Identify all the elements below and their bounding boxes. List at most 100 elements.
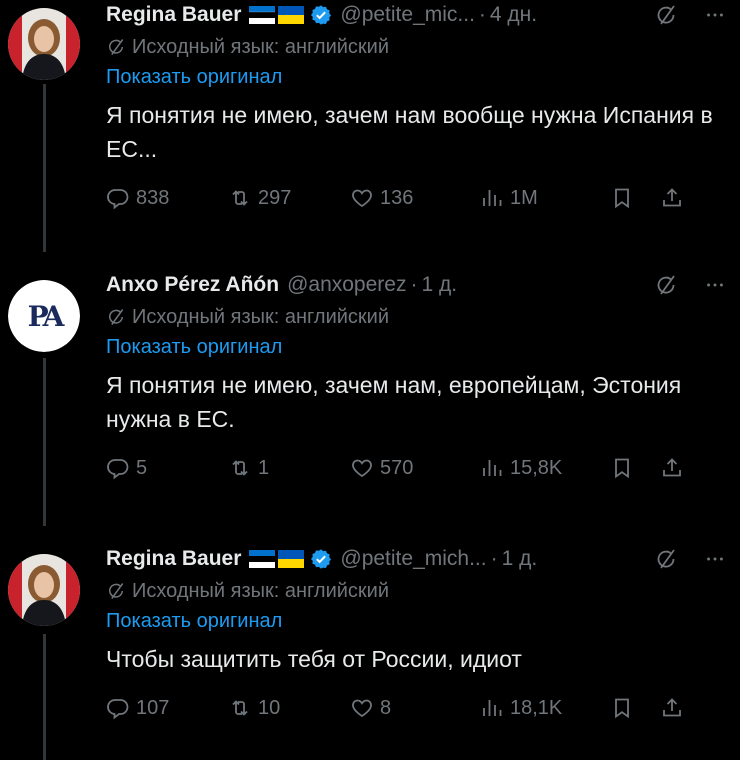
author-name[interactable]: Regina Bauer <box>106 3 241 27</box>
reply-icon <box>106 186 130 210</box>
more-icon[interactable] <box>704 4 726 26</box>
views-icon <box>480 186 504 210</box>
timestamp[interactable]: 4 дн. <box>490 3 537 27</box>
bookmark-icon <box>610 456 634 480</box>
grok-icon[interactable] <box>654 3 678 27</box>
author-handle[interactable]: @petite_mich... <box>340 547 486 571</box>
like-button[interactable]: 136 <box>350 186 480 210</box>
tweet-text: Я понятия не имею, зачем нам, европейцам… <box>106 372 682 432</box>
retweet-icon <box>228 186 252 210</box>
reply-button[interactable]: 107 <box>106 696 228 720</box>
show-original-link[interactable]: Показать оригинал <box>106 62 726 92</box>
views-icon <box>480 456 504 480</box>
retweet-count: 10 <box>258 696 281 719</box>
retweet-icon <box>228 456 252 480</box>
separator-dot: · <box>410 273 418 296</box>
timestamp[interactable]: 1 д. <box>421 273 457 297</box>
estonia-flag-icon <box>249 6 276 24</box>
like-count: 8 <box>380 696 392 719</box>
avatar[interactable] <box>8 554 80 626</box>
share-button[interactable] <box>660 696 684 720</box>
separator-dot: · <box>478 3 486 26</box>
tweet-text: Чтобы защитить тебя от России, идиот <box>106 646 522 672</box>
like-count: 136 <box>380 186 414 209</box>
like-icon <box>350 456 374 480</box>
bookmark-icon <box>610 186 634 210</box>
ukraine-flag-icon <box>278 6 305 24</box>
avatar-logo: PA <box>8 280 80 352</box>
retweet-count: 297 <box>258 186 292 209</box>
bookmark-icon <box>610 696 634 720</box>
share-icon <box>660 696 684 720</box>
author-handle[interactable]: @petite_mic... <box>340 3 475 27</box>
retweet-button[interactable]: 10 <box>228 696 350 720</box>
tweet-actions: 5 1 570 15,8K <box>106 448 726 488</box>
translation-label: Исходный язык: английский <box>132 579 390 602</box>
separator-dot: · <box>490 547 498 570</box>
bookmark-button[interactable] <box>610 186 660 210</box>
tweet-actions: 107 10 8 18,1K <box>106 688 726 728</box>
reply-count: 107 <box>136 696 170 719</box>
translate-icon <box>106 37 126 57</box>
retweet-button[interactable]: 1 <box>228 456 350 480</box>
author-name[interactable]: Regina Bauer <box>106 547 241 571</box>
translation-notice: Исходный язык: английский <box>106 576 726 606</box>
estonia-flag-icon <box>249 550 276 568</box>
reply-count: 5 <box>136 456 148 479</box>
reply-button[interactable]: 5 <box>106 456 228 480</box>
retweet-button[interactable]: 297 <box>228 186 350 210</box>
share-icon <box>660 186 684 210</box>
author-handle[interactable]: @anxoperez <box>287 273 406 297</box>
reply-icon <box>106 696 130 720</box>
views-button[interactable]: 18,1K <box>480 696 610 720</box>
author-name[interactable]: Anxo Pérez Añón <box>106 273 279 297</box>
grok-icon[interactable] <box>654 273 678 297</box>
share-button[interactable] <box>660 456 684 480</box>
retweet-icon <box>228 696 252 720</box>
share-icon <box>660 456 684 480</box>
like-count: 570 <box>380 456 414 479</box>
reply-button[interactable]: 838 <box>106 186 228 210</box>
views-button[interactable]: 1M <box>480 186 610 210</box>
translation-label: Исходный язык: английский <box>132 305 390 328</box>
views-icon <box>480 696 504 720</box>
grok-icon[interactable] <box>654 547 678 571</box>
retweet-count: 1 <box>258 456 270 479</box>
views-button[interactable]: 15,8K <box>480 456 610 480</box>
tweet-actions: 838 297 136 1M <box>106 178 726 218</box>
views-count: 15,8K <box>510 456 563 479</box>
translation-notice: Исходный язык: английский <box>106 302 726 332</box>
translate-icon <box>106 307 126 327</box>
tweet-header: Regina Bauer @petite_mich... · 1 д. <box>106 544 726 574</box>
translation-notice: Исходный язык: английский <box>106 32 726 62</box>
views-count: 1M <box>510 186 538 209</box>
show-original-link[interactable]: Показать оригинал <box>106 332 726 362</box>
tweet[interactable]: Regina Bauer @petite_mich... · 1 д. Исхо… <box>0 544 740 760</box>
translate-icon <box>106 581 126 601</box>
ukraine-flag-icon <box>278 550 305 568</box>
bookmark-button[interactable] <box>610 696 660 720</box>
tweet[interactable]: Regina Bauer @petite_mic... · 4 дн. Исхо… <box>0 0 740 250</box>
tweet-header: Regina Bauer @petite_mic... · 4 дн. <box>106 0 726 30</box>
tweet-header: Anxo Pérez Añón @anxoperez · 1 д. <box>106 270 726 300</box>
more-icon[interactable] <box>704 548 726 570</box>
avatar[interactable] <box>8 8 80 80</box>
avatar[interactable]: PA <box>8 280 80 352</box>
views-count: 18,1K <box>510 696 563 719</box>
verified-badge-icon <box>310 4 332 26</box>
share-button[interactable] <box>660 186 684 210</box>
more-icon[interactable] <box>704 274 726 296</box>
show-original-link[interactable]: Показать оригинал <box>106 606 726 636</box>
reply-icon <box>106 456 130 480</box>
reply-count: 838 <box>136 186 170 209</box>
timestamp[interactable]: 1 д. <box>502 547 538 571</box>
verified-badge-icon <box>310 548 332 570</box>
tweet[interactable]: PA Anxo Pérez Añón @anxoperez · 1 д. Исх… <box>0 270 740 520</box>
like-button[interactable]: 570 <box>350 456 480 480</box>
tweet-text: Я понятия не имею, зачем нам вообще нужн… <box>106 102 713 162</box>
bookmark-button[interactable] <box>610 456 660 480</box>
like-icon <box>350 696 374 720</box>
translation-label: Исходный язык: английский <box>132 35 390 58</box>
like-icon <box>350 186 374 210</box>
like-button[interactable]: 8 <box>350 696 480 720</box>
